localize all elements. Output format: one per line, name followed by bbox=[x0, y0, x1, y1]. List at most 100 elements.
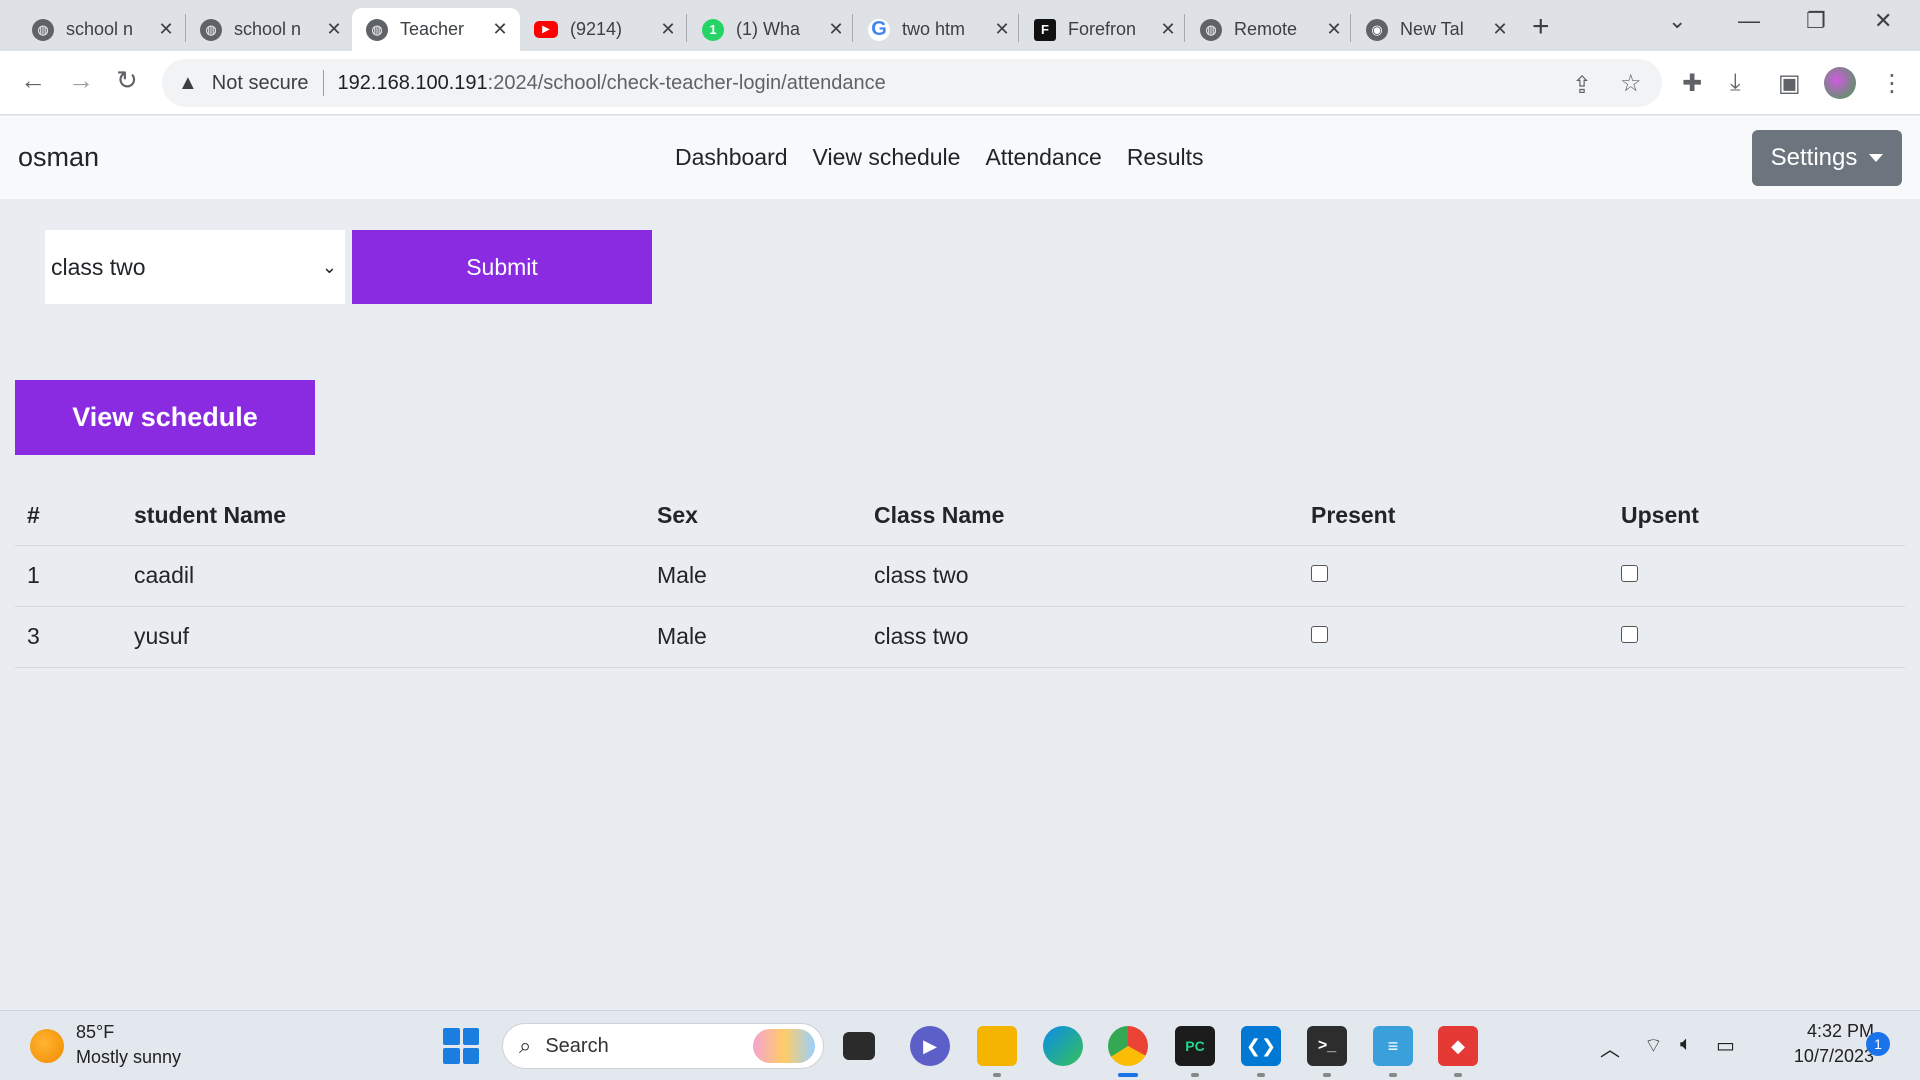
browser-tab[interactable]: ◍ school n ✕ bbox=[186, 8, 354, 51]
col-header-student-name: student Name bbox=[122, 486, 645, 546]
close-icon[interactable]: ✕ bbox=[324, 19, 344, 40]
col-header-class-name: Class Name bbox=[862, 486, 1299, 546]
address-bar[interactable]: ▲ Not secure 192.168.100.191 :2024/schoo… bbox=[162, 59, 1662, 107]
weather-description[interactable]: Mostly sunny bbox=[76, 1047, 181, 1068]
battery-icon[interactable]: ▭ bbox=[1716, 1033, 1735, 1058]
teams-icon[interactable]: ▶ bbox=[910, 1026, 950, 1066]
close-icon[interactable]: ✕ bbox=[156, 19, 176, 40]
close-window-icon[interactable]: ✕ bbox=[1874, 8, 1892, 34]
forefront-icon: F bbox=[1034, 18, 1056, 41]
browser-tab[interactable]: ▶ (9214) ✕ bbox=[520, 8, 688, 51]
settings-dropdown-button[interactable]: Settings bbox=[1752, 130, 1902, 186]
tab-title: Teacher bbox=[400, 19, 465, 39]
browser-tab-active[interactable]: ◍ Teacher ✕ bbox=[352, 8, 520, 51]
tab-title: (1) Wha bbox=[736, 19, 801, 39]
nav-dashboard[interactable]: Dashboard bbox=[675, 144, 788, 171]
view-schedule-button[interactable]: View schedule bbox=[15, 380, 315, 455]
tab-title: two htm bbox=[902, 19, 966, 39]
vscode-icon[interactable]: ❮❯ bbox=[1241, 1026, 1281, 1066]
extensions-icon[interactable]: ✚ bbox=[1682, 69, 1702, 98]
class-select[interactable]: class two ⌄ bbox=[45, 230, 345, 304]
present-checkbox[interactable] bbox=[1311, 626, 1328, 644]
file-explorer-icon[interactable] bbox=[843, 1032, 875, 1060]
pycharm-icon[interactable]: PC bbox=[1175, 1026, 1215, 1066]
close-icon[interactable]: ✕ bbox=[1490, 19, 1510, 40]
url-path: :2024/school/check-teacher-login/attenda… bbox=[487, 71, 886, 94]
nav-view-schedule[interactable]: View schedule bbox=[813, 144, 961, 171]
search-icon: ⌕ bbox=[519, 1033, 532, 1058]
url-host: 192.168.100.191 bbox=[337, 71, 488, 94]
minimize-icon[interactable]: — bbox=[1738, 8, 1760, 34]
cell-student-name: caadil bbox=[122, 545, 645, 607]
side-panel-icon[interactable]: ▣ bbox=[1778, 69, 1801, 98]
forward-icon[interactable]: → bbox=[68, 65, 94, 96]
reload-icon[interactable]: ↻ bbox=[116, 65, 138, 96]
show-hidden-icons-icon[interactable]: ︿ bbox=[1600, 1033, 1620, 1062]
volume-icon[interactable]: 🔈︎ bbox=[1680, 1033, 1692, 1056]
notepad-icon[interactable]: ≡ bbox=[1373, 1026, 1413, 1066]
close-icon[interactable]: ✕ bbox=[826, 19, 846, 40]
new-tab-icon[interactable]: + bbox=[1532, 10, 1550, 44]
nav-attendance[interactable]: Attendance bbox=[985, 144, 1101, 171]
cell-class-name: class two bbox=[862, 545, 1299, 607]
git-icon[interactable]: ◆ bbox=[1438, 1026, 1478, 1066]
nav-links: Dashboard View schedule Attendance Resul… bbox=[675, 144, 1204, 171]
folder-icon[interactable] bbox=[977, 1026, 1017, 1066]
browser-toolbar: ← → ↻ ▲ Not secure 192.168.100.191 :2024… bbox=[0, 51, 1920, 115]
browser-tab[interactable]: 1 (1) Wha ✕ bbox=[688, 8, 856, 51]
globe-icon: ◍ bbox=[32, 18, 54, 41]
weather-sun-icon[interactable] bbox=[30, 1029, 64, 1063]
search-placeholder: Search bbox=[545, 1034, 609, 1057]
submit-button[interactable]: Submit bbox=[352, 230, 652, 304]
weather-temperature[interactable]: 85°F bbox=[76, 1022, 114, 1043]
absent-checkbox[interactable] bbox=[1621, 626, 1638, 644]
google-icon: G bbox=[868, 18, 890, 41]
caret-down-icon bbox=[1869, 154, 1884, 162]
close-icon[interactable]: ✕ bbox=[490, 19, 510, 40]
browser-tab[interactable]: ◍ Remote ✕ bbox=[1186, 8, 1354, 51]
chevron-down-icon: ⌄ bbox=[321, 256, 337, 277]
terminal-icon[interactable]: >_ bbox=[1307, 1026, 1347, 1066]
notification-badge[interactable]: 1 bbox=[1866, 1032, 1890, 1056]
back-icon[interactable]: ← bbox=[20, 65, 46, 96]
share-icon[interactable]: ⇪ bbox=[1572, 71, 1592, 100]
col-header-absent: Upsent bbox=[1609, 486, 1905, 546]
clock-time[interactable]: 4:32 PM bbox=[1784, 1021, 1874, 1042]
absent-checkbox[interactable] bbox=[1621, 565, 1638, 583]
table-row: 3 yusuf Male class two bbox=[15, 606, 1905, 668]
youtube-icon: ▶ bbox=[534, 21, 558, 38]
menu-kebab-icon[interactable]: ⋮ bbox=[1880, 69, 1904, 98]
brand-name[interactable]: osman bbox=[18, 142, 99, 173]
close-icon[interactable]: ✕ bbox=[1324, 19, 1344, 40]
tab-title: New Tal bbox=[1400, 19, 1464, 39]
restore-icon[interactable]: ❐ bbox=[1806, 8, 1826, 34]
bookmark-star-icon[interactable]: ☆ bbox=[1620, 69, 1642, 98]
chrome-icon: ◉ bbox=[1366, 18, 1388, 41]
close-icon[interactable]: ✕ bbox=[658, 19, 678, 40]
tab-search-icon[interactable]: ⌄ bbox=[1668, 8, 1686, 34]
security-label[interactable]: Not secure bbox=[212, 72, 309, 95]
browser-tab[interactable]: ◉ New Tal ✕ bbox=[1352, 8, 1520, 51]
browser-tab[interactable]: F Forefron ✕ bbox=[1020, 8, 1188, 51]
table-row: 1 caadil Male class two bbox=[15, 545, 1905, 607]
globe-icon: ◍ bbox=[366, 18, 388, 41]
browser-tab[interactable]: G two htm ✕ bbox=[854, 8, 1022, 51]
taskbar-search-box[interactable]: ⌕ Search bbox=[502, 1023, 824, 1069]
browser-tab[interactable]: ◍ school n ✕ bbox=[18, 8, 186, 51]
cell-present bbox=[1299, 545, 1609, 607]
close-icon[interactable]: ✕ bbox=[1158, 19, 1178, 40]
nav-results[interactable]: Results bbox=[1127, 144, 1204, 171]
chrome-icon[interactable] bbox=[1108, 1026, 1148, 1066]
present-checkbox[interactable] bbox=[1311, 565, 1328, 583]
cell-number: 3 bbox=[15, 606, 122, 668]
profile-avatar[interactable] bbox=[1824, 67, 1856, 99]
download-icon[interactable]: ⤓ bbox=[1730, 69, 1741, 97]
clock-date[interactable]: 10/7/2023 bbox=[1764, 1046, 1874, 1067]
attendance-table: # student Name Sex Class Name Present Up… bbox=[15, 486, 1905, 668]
edge-icon[interactable] bbox=[1043, 1026, 1083, 1066]
close-icon[interactable]: ✕ bbox=[992, 19, 1012, 40]
wifi-icon[interactable]: ⌔ bbox=[1644, 1033, 1663, 1058]
windows-start-icon[interactable] bbox=[443, 1028, 479, 1064]
cell-number: 1 bbox=[15, 545, 122, 607]
class-select-value: class two bbox=[51, 253, 146, 280]
